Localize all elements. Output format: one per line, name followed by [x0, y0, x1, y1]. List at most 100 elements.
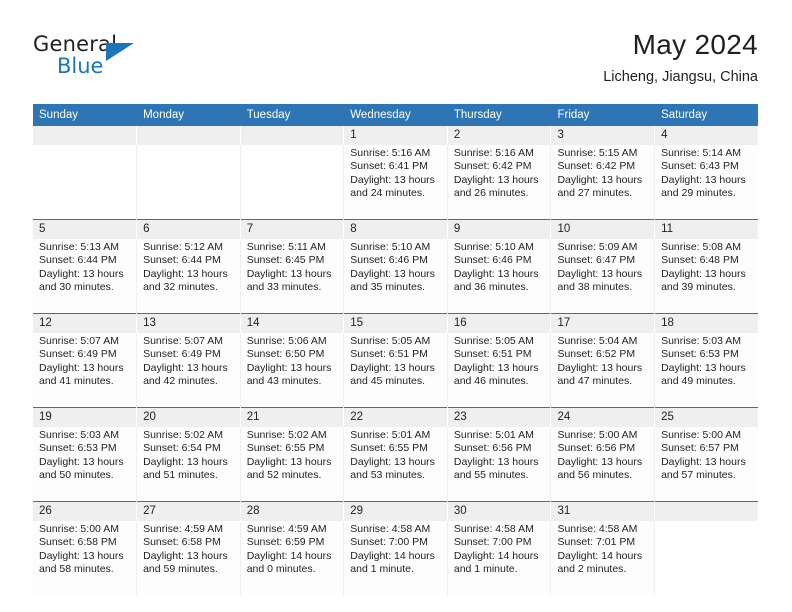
daylight-text-line1: Daylight: 14 hours	[557, 549, 643, 562]
date-cell-15[interactable]: 15	[343, 313, 448, 333]
date-cell-6[interactable]: 6	[136, 219, 241, 239]
week-2-info-row: Sunrise: 5:13 AM Sunset: 6:44 PM Dayligh…	[33, 239, 759, 314]
sunset-text: Sunset: 6:47 PM	[557, 254, 636, 267]
info-cell-7: Sunrise: 5:11 AM Sunset: 6:45 PM Dayligh…	[240, 239, 345, 314]
date-cell-16[interactable]: 16	[447, 313, 552, 333]
sunrise-text: Sunrise: 5:07 AM	[39, 335, 119, 347]
date-cell-19[interactable]: 19	[33, 407, 138, 427]
date-cell-empty	[240, 126, 345, 145]
sunset-text: Sunset: 7:01 PM	[557, 536, 636, 549]
date-cell-9[interactable]: 9	[447, 219, 552, 239]
info-cell-10: Sunrise: 5:09 AM Sunset: 6:47 PM Dayligh…	[550, 239, 656, 314]
info-cell-6: Sunrise: 5:12 AM Sunset: 6:44 PM Dayligh…	[136, 239, 241, 314]
info-cell-22: Sunrise: 5:01 AM Sunset: 6:55 PM Dayligh…	[343, 427, 448, 502]
date-cell-7[interactable]: 7	[240, 219, 345, 239]
daylight-text-line1: Daylight: 13 hours	[143, 455, 228, 468]
week-3-info-row: Sunrise: 5:07 AM Sunset: 6:49 PM Dayligh…	[33, 333, 759, 408]
date-cell-20[interactable]: 20	[136, 407, 241, 427]
date-cell-26[interactable]: 26	[33, 501, 138, 521]
sun-times-calendar: Sunday Monday Tuesday Wednesday Thursday…	[33, 104, 759, 595]
daylight-text-line2: and 46 minutes.	[453, 374, 529, 387]
week-5-date-row: 26 27 28 29 30 31	[33, 501, 759, 521]
date-cell-3[interactable]: 3	[550, 126, 656, 145]
daylight-text-line1: Daylight: 13 hours	[246, 267, 332, 280]
daylight-text-line1: Daylight: 14 hours	[350, 549, 435, 562]
week-5-info-row: Sunrise: 5:00 AM Sunset: 6:58 PM Dayligh…	[33, 521, 759, 595]
date-cell-22[interactable]: 22	[343, 407, 448, 427]
sunrise-text: Sunrise: 5:12 AM	[143, 241, 224, 253]
sunrise-text: Sunrise: 5:15 AM	[557, 147, 638, 159]
sunrise-text: Sunrise: 5:11 AM	[246, 241, 326, 253]
daylight-text-line1: Daylight: 13 hours	[557, 173, 643, 186]
date-cell-24[interactable]: 24	[550, 407, 656, 427]
date-cell-29[interactable]: 29	[343, 501, 448, 521]
weekday-header-sunday: Sunday	[33, 104, 138, 126]
sunrise-text: Sunrise: 5:16 AM	[350, 147, 431, 159]
info-cell-31: Sunrise: 4:58 AM Sunset: 7:01 PM Dayligh…	[550, 521, 656, 595]
week-1-date-row: 1 2 3 4	[33, 126, 759, 145]
sunset-text: Sunset: 6:43 PM	[661, 160, 739, 173]
info-cell-18: Sunrise: 5:03 AM Sunset: 6:53 PM Dayligh…	[654, 333, 759, 408]
sunset-text: Sunset: 6:41 PM	[350, 160, 428, 173]
date-cell-17[interactable]: 17	[550, 313, 656, 333]
date-cell-30[interactable]: 30	[447, 501, 552, 521]
date-cell-21[interactable]: 21	[240, 407, 345, 427]
date-cell-12[interactable]: 12	[33, 313, 138, 333]
date-cell-2[interactable]: 2	[447, 126, 552, 145]
info-cell-28: Sunrise: 4:59 AM Sunset: 6:59 PM Dayligh…	[240, 521, 345, 595]
daylight-text-line2: and 41 minutes.	[39, 374, 114, 387]
daylight-text-line1: Daylight: 13 hours	[350, 361, 435, 374]
info-cell-24: Sunrise: 5:00 AM Sunset: 6:56 PM Dayligh…	[550, 427, 656, 502]
calendar-page: General Blue May 2024 Licheng, Jiangsu, …	[0, 0, 792, 612]
sunrise-text: Sunrise: 4:59 AM	[143, 523, 224, 535]
sunrise-text: Sunrise: 5:10 AM	[350, 241, 431, 253]
sunrise-text: Sunrise: 4:58 AM	[453, 523, 534, 535]
date-cell-25[interactable]: 25	[654, 407, 759, 427]
daylight-text-line1: Daylight: 14 hours	[246, 549, 332, 562]
daylight-text-line2: and 38 minutes.	[557, 280, 633, 293]
info-cell-20: Sunrise: 5:02 AM Sunset: 6:54 PM Dayligh…	[136, 427, 241, 502]
daylight-text-line1: Daylight: 13 hours	[350, 173, 435, 186]
sunrise-text: Sunrise: 5:04 AM	[557, 335, 638, 347]
info-cell-30: Sunrise: 4:58 AM Sunset: 7:00 PM Dayligh…	[447, 521, 552, 595]
date-cell-23[interactable]: 23	[447, 407, 552, 427]
daylight-text-line1: Daylight: 13 hours	[453, 455, 539, 468]
sunrise-text: Sunrise: 5:16 AM	[453, 147, 534, 159]
daylight-text-line1: Daylight: 13 hours	[246, 361, 332, 374]
date-cell-10[interactable]: 10	[550, 219, 656, 239]
sunset-text: Sunset: 6:51 PM	[350, 348, 428, 361]
info-cell-2: Sunrise: 5:16 AM Sunset: 6:42 PM Dayligh…	[447, 145, 552, 220]
date-cell-8[interactable]: 8	[343, 219, 448, 239]
date-cell-11[interactable]: 11	[654, 219, 759, 239]
date-cell-31[interactable]: 31	[550, 501, 656, 521]
date-cell-14[interactable]: 14	[240, 313, 345, 333]
daylight-text-line1: Daylight: 13 hours	[557, 267, 643, 280]
date-cell-28[interactable]: 28	[240, 501, 345, 521]
daylight-text-line2: and 30 minutes.	[39, 280, 114, 293]
sunrise-text: Sunrise: 5:05 AM	[453, 335, 534, 347]
sunrise-text: Sunrise: 5:03 AM	[661, 335, 742, 347]
info-cell-1: Sunrise: 5:16 AM Sunset: 6:41 PM Dayligh…	[343, 145, 448, 220]
date-cell-5[interactable]: 5	[33, 219, 138, 239]
date-cell-4[interactable]: 4	[654, 126, 759, 145]
info-cell-23: Sunrise: 5:01 AM Sunset: 6:56 PM Dayligh…	[447, 427, 552, 502]
date-cell-13[interactable]: 13	[136, 313, 241, 333]
logo-text-general: General	[33, 32, 118, 56]
date-cell-27[interactable]: 27	[136, 501, 241, 521]
daylight-text-line1: Daylight: 13 hours	[143, 267, 228, 280]
sunset-text: Sunset: 6:42 PM	[453, 160, 532, 173]
info-cell-29: Sunrise: 4:58 AM Sunset: 7:00 PM Dayligh…	[343, 521, 448, 595]
info-cell-empty	[240, 145, 345, 220]
date-cell-18[interactable]: 18	[654, 313, 759, 333]
info-cell-26: Sunrise: 5:00 AM Sunset: 6:58 PM Dayligh…	[33, 521, 138, 595]
sunset-text: Sunset: 6:42 PM	[557, 160, 636, 173]
daylight-text-line2: and 27 minutes.	[557, 186, 633, 199]
daylight-text-line2: and 56 minutes.	[557, 468, 633, 481]
daylight-text-line2: and 45 minutes.	[350, 374, 425, 387]
daylight-text-line1: Daylight: 13 hours	[453, 173, 539, 186]
daylight-text-line2: and 58 minutes.	[39, 562, 114, 575]
week-1-info-row: Sunrise: 5:16 AM Sunset: 6:41 PM Dayligh…	[33, 145, 759, 220]
info-cell-4: Sunrise: 5:14 AM Sunset: 6:43 PM Dayligh…	[654, 145, 759, 220]
date-cell-1[interactable]: 1	[343, 126, 448, 145]
sunset-text: Sunset: 6:45 PM	[246, 254, 325, 267]
